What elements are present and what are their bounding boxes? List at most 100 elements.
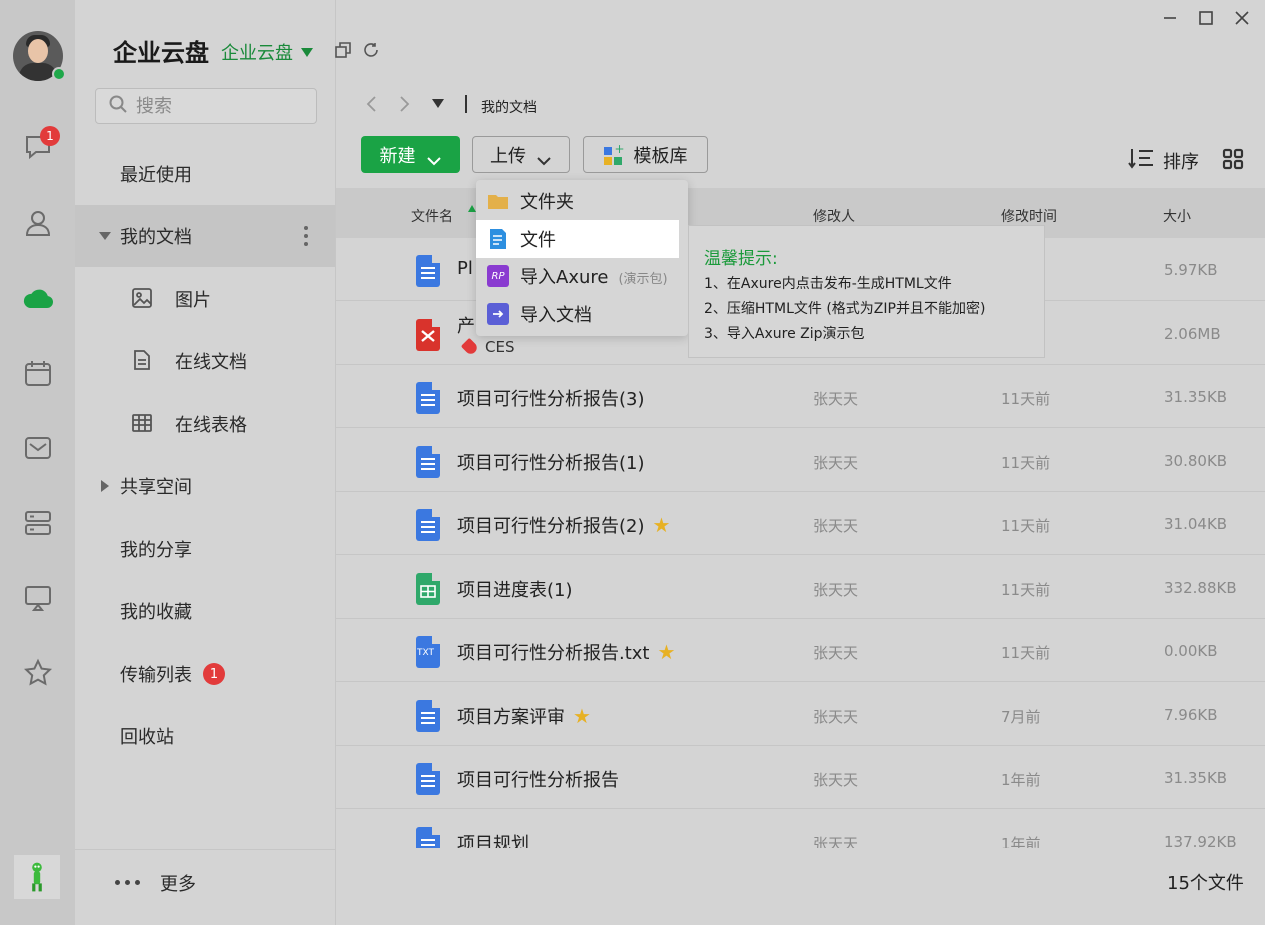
upload-button-label: 上传: [490, 145, 526, 167]
sort-button[interactable]: 排序: [1127, 146, 1199, 175]
table-row[interactable]: 项目可行性分析报告 张天天 1年前 31.35KB: [336, 746, 1265, 809]
nav-more[interactable]: 更多: [75, 849, 335, 925]
nav-recycle-bin[interactable]: 回收站: [75, 705, 335, 767]
import-doc-item[interactable]: 导入文档: [476, 295, 688, 333]
column-modified[interactable]: 修改时间: [1001, 206, 1057, 226]
refresh-icon[interactable]: [362, 41, 380, 59]
file-size: 5.97KB: [1164, 261, 1218, 279]
close-icon[interactable]: [1232, 8, 1252, 28]
mail-icon[interactable]: [20, 430, 56, 466]
nav-online-sheets[interactable]: 在线表格: [75, 393, 335, 455]
search-icon: [108, 94, 128, 118]
file-modifier: 张天天: [813, 517, 859, 535]
import-axure-item[interactable]: RP 导入Axure (演示包): [476, 257, 688, 295]
breadcrumb[interactable]: 我的文档: [481, 97, 537, 117]
import-axure-label-wrap: 导入Axure (演示包): [520, 263, 668, 289]
star-icon[interactable]: ★: [658, 640, 676, 664]
back-arrow-icon[interactable]: [365, 95, 379, 113]
nav-my-docs[interactable]: 我的文档: [75, 205, 335, 267]
caret-down-icon: [99, 232, 111, 240]
new-button-label: 新建: [379, 145, 416, 167]
table-row[interactable]: TXT 项目可行性分析报告.txt ★ 张天天 11天前 0.00KB: [336, 619, 1265, 682]
new-button[interactable]: 新建: [361, 136, 460, 173]
nav-recent[interactable]: 最近使用: [75, 143, 335, 205]
nav-images[interactable]: 图片: [75, 268, 335, 330]
forward-arrow-icon[interactable]: [397, 95, 411, 113]
template-library-button[interactable]: + 模板库: [583, 136, 708, 173]
more-dots-icon: [115, 880, 140, 885]
doc-file-icon: [416, 509, 440, 541]
transfer-badge: 1: [203, 663, 225, 685]
nav-shared-space[interactable]: 共享空间: [75, 455, 335, 517]
file-name-text: 产: [457, 316, 475, 337]
file-modifier: 张天天: [813, 771, 859, 789]
document-icon: [131, 349, 155, 373]
file-name: 项目可行性分析报告.txt ★: [457, 639, 675, 665]
doc-file-icon: [416, 382, 440, 414]
grid-view-icon[interactable]: [1222, 148, 1244, 170]
nav-transfer-list-label: 传输列表: [120, 665, 192, 686]
tip-line-2: 2、压缩HTML文件 (格式为ZIP并且不能加密): [704, 301, 986, 317]
maximize-icon[interactable]: [1196, 8, 1216, 28]
table-row[interactable]: 项目进度表(1) 张天天 11天前 332.88KB: [336, 556, 1265, 619]
import-doc-label: 导入文档: [520, 305, 592, 326]
column-name[interactable]: 文件名: [411, 206, 453, 226]
nav-my-shares[interactable]: 我的分享: [75, 518, 335, 580]
file-size: 31.35KB: [1164, 769, 1228, 787]
upload-file-item[interactable]: 文件: [476, 220, 679, 258]
table-row[interactable]: 项目方案评审 ★ 张天天 7月前 7.96KB: [336, 683, 1265, 746]
txt-file-icon: TXT: [416, 636, 440, 668]
screen-share-icon[interactable]: [20, 580, 56, 616]
file-name: Pl: [457, 258, 473, 279]
file-tag[interactable]: CES: [460, 337, 514, 357]
star-icon[interactable]: ★: [573, 704, 591, 728]
workspace-label: 企业云盘: [221, 43, 293, 64]
file-name-text: 项目可行性分析报告: [457, 770, 619, 791]
table-row[interactable]: 项目可行性分析报告(2) ★ 张天天 11天前 31.04KB: [336, 492, 1265, 555]
template-icon: +: [603, 143, 625, 165]
nav-transfer-list[interactable]: 传输列表 1: [75, 643, 335, 705]
file-modified-time: 7月前: [1001, 708, 1041, 726]
template-library-label: 模板库: [633, 145, 688, 167]
file-modified-time: 11天前: [1001, 390, 1051, 408]
chevron-down-icon: [301, 47, 313, 57]
file-size: 332.88KB: [1164, 579, 1237, 597]
contacts-icon[interactable]: [20, 205, 56, 241]
cloud-drive-icon[interactable]: [20, 280, 56, 316]
upload-button[interactable]: 上传: [472, 136, 570, 173]
server-icon[interactable]: [20, 505, 56, 541]
calendar-icon[interactable]: [20, 355, 56, 391]
star-icon[interactable]: [20, 655, 56, 691]
history-dropdown-icon[interactable]: [432, 99, 444, 108]
minimize-icon[interactable]: [1160, 8, 1180, 28]
file-modifier: 张天天: [813, 708, 859, 726]
tag-icon: [460, 337, 480, 357]
workspace-switcher[interactable]: 企业云盘: [221, 39, 313, 65]
popout-icon[interactable]: [334, 41, 352, 59]
online-status-dot: [52, 67, 66, 81]
file-modified-time: 11天前: [1001, 644, 1051, 662]
upload-folder-item[interactable]: 文件夹: [476, 182, 688, 220]
file-name: 项目可行性分析报告: [457, 766, 619, 792]
doc-file-icon: [416, 255, 440, 287]
file-count: 15个文件: [1167, 873, 1244, 894]
nav-online-docs[interactable]: 在线文档: [75, 330, 335, 392]
import-axure-hint: (演示包): [618, 272, 668, 287]
nav-more-label: 更多: [160, 874, 196, 895]
mascot-icon[interactable]: [14, 855, 60, 899]
nav-images-label: 图片: [175, 290, 211, 311]
table-row[interactable]: 项目可行性分析报告(1) 张天天 11天前 30.80KB: [336, 429, 1265, 492]
search-box[interactable]: [95, 88, 317, 124]
file-size: 31.35KB: [1164, 388, 1228, 406]
file-modified-time: 11天前: [1001, 517, 1051, 535]
file-name-text: 项目进度表(1): [457, 580, 573, 601]
table-row[interactable]: 项目可行性分析报告(3) 张天天 11天前 31.35KB: [336, 365, 1265, 428]
search-input[interactable]: [136, 95, 306, 117]
star-icon[interactable]: ★: [653, 513, 671, 537]
nav-my-favorites[interactable]: 我的收藏: [75, 580, 335, 642]
more-options-icon[interactable]: [304, 226, 308, 246]
sort-icon: [1127, 146, 1163, 175]
column-size[interactable]: 大小: [1163, 206, 1191, 226]
doc-file-icon: [416, 446, 440, 478]
column-modifier[interactable]: 修改人: [813, 206, 855, 226]
